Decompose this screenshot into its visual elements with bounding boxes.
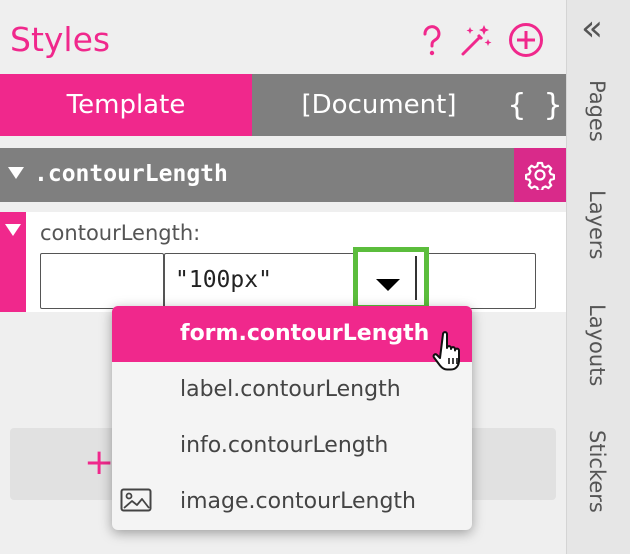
property-label: contourLength: <box>40 221 201 245</box>
sidebar-item-pages[interactable]: Pages <box>585 80 609 142</box>
menu-item-image-contourlength[interactable]: image.contourLength <box>112 474 472 530</box>
dropdown-triangle-icon <box>376 279 400 291</box>
collapse-triangle-icon[interactable] <box>8 167 24 179</box>
sidebar-item-layers[interactable]: Layers <box>585 190 609 260</box>
help-icon[interactable] <box>414 22 450 58</box>
image-icon <box>120 488 152 512</box>
tab-template[interactable]: Template <box>0 74 252 136</box>
suggestion-menu: form.contourLength label.contourLength i… <box>112 306 472 530</box>
sidebar-item-layouts[interactable]: Layouts <box>585 304 609 386</box>
style-section-header[interactable]: .contourLength <box>0 148 566 202</box>
hand-pointer-cursor-icon <box>432 331 460 371</box>
menu-item-label: image.contourLength <box>180 489 416 514</box>
property-suffix-input[interactable] <box>426 253 536 309</box>
collapse-sidebar-icon[interactable]: « <box>581 8 603 49</box>
styles-panel: Styles Template [Document] {} .contourL… <box>0 0 566 554</box>
section-name: .contourLength <box>34 161 228 187</box>
collapse-triangle-icon[interactable] <box>5 224 21 236</box>
property-toggle-strip[interactable] <box>0 212 26 312</box>
menu-item-label: form.contourLength <box>180 321 430 346</box>
panel-header: Styles <box>0 0 566 74</box>
section-settings-button[interactable] <box>514 148 566 202</box>
magic-wand-icon[interactable] <box>458 22 494 58</box>
add-circle-icon[interactable] <box>508 22 544 58</box>
text-caret <box>415 256 417 300</box>
right-sidebar: « Pages Layers Layouts Stickers <box>566 0 630 554</box>
gear-icon <box>525 161 555 190</box>
menu-item-label: label.contourLength <box>180 377 401 402</box>
menu-item-label: info.contourLength <box>180 433 389 458</box>
panel-title: Styles <box>10 20 111 59</box>
plus-icon: + <box>84 442 115 483</box>
property-value: "100px" <box>175 267 272 293</box>
sidebar-item-stickers[interactable]: Stickers <box>585 430 609 513</box>
scope-tabs: Template [Document] { } <box>0 74 566 136</box>
menu-item-info-contourlength[interactable]: info.contourLength <box>112 418 472 474</box>
property-row: contourLength: "100px" <box>0 212 566 312</box>
code-braces-button[interactable]: { } <box>504 74 566 136</box>
menu-item-form-contourlength[interactable]: form.contourLength <box>112 306 472 362</box>
value-dropdown-button[interactable] <box>353 247 429 310</box>
property-prefix-input[interactable] <box>40 253 164 309</box>
menu-item-label-contourlength[interactable]: label.contourLength <box>112 362 472 418</box>
